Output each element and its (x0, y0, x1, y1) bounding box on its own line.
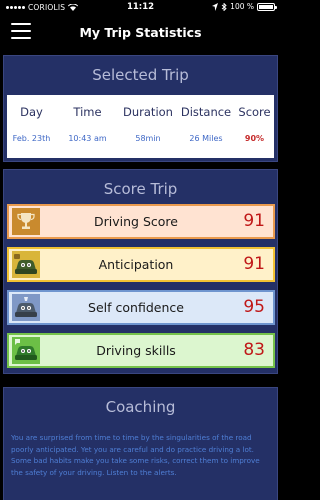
trip-header-day: Day (20, 105, 43, 119)
score-value: 91 (243, 211, 265, 231)
anticipation-car-icon (12, 251, 40, 278)
score-value: 95 (243, 297, 265, 317)
location-arrow-icon (212, 2, 219, 11)
battery-percent: 100 % (230, 2, 254, 11)
trip-header-distance: Distance (180, 105, 232, 119)
trip-col-duration: Duration 58min (119, 95, 177, 158)
nav-bar: My Trip Statistics (0, 14, 281, 52)
skills-car-icon (12, 337, 40, 364)
page-title: My Trip Statistics (79, 25, 202, 40)
battery-icon (257, 2, 277, 11)
selected-trip-title: Selected Trip (92, 66, 189, 84)
trip-value-distance: 26 Miles (189, 134, 223, 143)
trip-header-score: Score (238, 105, 271, 119)
trip-col-score: Score 90% (235, 95, 274, 158)
coaching-text: You are surprised from time to time by t… (11, 433, 260, 477)
score-row-driving-score[interactable]: Driving Score 91 (7, 204, 275, 239)
status-bar: CORIOLIS 11:12 100 % (0, 0, 281, 14)
trip-summary-table: Day Feb. 23th Time 10:43 am Duration 58m… (7, 95, 274, 158)
trip-col-distance: Distance 26 Miles (177, 95, 235, 158)
score-value: 91 (243, 254, 265, 274)
trip-value-score: 90% (244, 134, 265, 143)
score-row-driving-skills[interactable]: Driving skills 83 (7, 333, 275, 368)
trip-col-day: Day Feb. 23th (7, 95, 56, 158)
score-label: Driving skills (96, 343, 176, 358)
score-label: Anticipation (98, 257, 174, 272)
score-row-anticipation[interactable]: Anticipation 91 (7, 247, 275, 282)
trip-value-day: Feb. 23th (12, 134, 51, 143)
trip-header-time: Time (73, 105, 102, 119)
trip-value-time: 10:43 am (68, 134, 107, 143)
coaching-card: Coaching You are surprised from time to … (3, 387, 278, 500)
trophy-icon (12, 208, 40, 235)
score-label: Self confidence (88, 300, 184, 315)
status-right: 100 % (212, 2, 277, 11)
trip-header-duration: Duration (123, 105, 173, 119)
trip-col-time: Time 10:43 am (56, 95, 119, 158)
score-label: Driving Score (94, 214, 178, 229)
trip-value-duration: 58min (135, 134, 161, 143)
score-value: 83 (243, 340, 265, 360)
bluetooth-icon (221, 2, 227, 11)
battery-fill (259, 4, 273, 9)
confidence-car-icon (12, 294, 40, 321)
score-row-self-confidence[interactable]: Self confidence 95 (7, 290, 275, 325)
coaching-title: Coaching (105, 398, 176, 416)
score-trip-card: Score Trip Driving Score 91 Anticipation… (3, 169, 278, 374)
selected-trip-card: Selected Trip Day Feb. 23th Time 10:43 a… (3, 55, 278, 162)
